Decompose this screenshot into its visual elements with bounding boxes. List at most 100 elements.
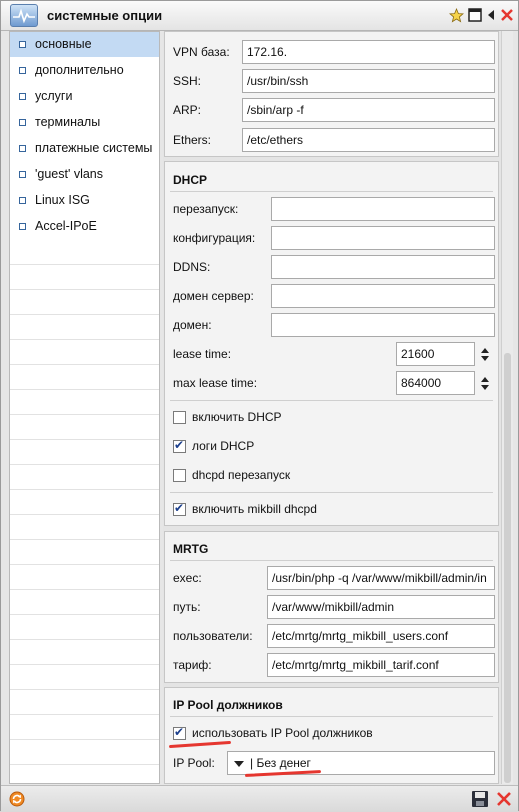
enable-mikbill-dhcpd-checkbox[interactable] bbox=[173, 501, 186, 516]
enable-dhcp-checkbox[interactable] bbox=[173, 411, 186, 424]
sidebar-empty-row bbox=[10, 365, 159, 390]
sidebar-item-terminals[interactable]: терминалы bbox=[10, 110, 159, 136]
sidebar-empty-row bbox=[10, 240, 159, 265]
refresh-icon[interactable] bbox=[9, 791, 25, 810]
enable-mikbill-dhcpd-label: включить mikbill dhcpd bbox=[192, 502, 317, 516]
divider bbox=[170, 191, 493, 192]
sidebar-item-label: платежные системы bbox=[35, 141, 153, 155]
dropdown-arrow-icon bbox=[234, 761, 244, 767]
bullet-icon bbox=[19, 171, 26, 178]
lease-time-stepper[interactable] bbox=[477, 342, 495, 366]
dhcpd-restart-label: dhcpd перезапуск bbox=[192, 468, 291, 482]
settings-sidebar: основные дополнительно услуги терминалы … bbox=[9, 31, 160, 784]
save-icon[interactable] bbox=[471, 790, 489, 811]
users-label: пользователи: bbox=[173, 629, 253, 643]
general-panel: VPN база: 172.16. SSH: /usr/bin/ssh ARP:… bbox=[164, 31, 499, 157]
logs-dhcp-label: логи DHCP bbox=[192, 439, 255, 453]
sidebar-item-label: Accel-IPoE bbox=[35, 219, 97, 233]
divider bbox=[170, 492, 493, 493]
sidebar-item-label: терминалы bbox=[35, 115, 101, 129]
content-scrollbar[interactable] bbox=[501, 31, 513, 784]
ip-pool-title: IP Pool должников bbox=[173, 698, 283, 712]
path-label: путь: bbox=[173, 600, 201, 614]
use-ip-pool-label: использовать IP Pool должников bbox=[192, 726, 373, 740]
ethers-label: Ethers: bbox=[173, 133, 212, 147]
arp-input[interactable]: /sbin/arp -f bbox=[242, 98, 495, 122]
ip-pool-panel: IP Pool должников использовать IP Pool д… bbox=[164, 687, 499, 784]
close-icon[interactable] bbox=[496, 791, 512, 810]
sidebar-item-label: Linux ISG bbox=[35, 193, 90, 207]
tariff-input[interactable]: /etc/mrtg/mrtg_mikbill_tarif.conf bbox=[267, 653, 495, 677]
scrollbar-thumb[interactable] bbox=[504, 353, 511, 783]
bullet-icon bbox=[19, 41, 26, 48]
ssh-input[interactable]: /usr/bin/ssh bbox=[242, 69, 495, 93]
dhcp-title: DHCP bbox=[173, 173, 208, 187]
ip-pool-selected-value: | Без денег bbox=[250, 756, 311, 770]
mrtg-title: MRTG bbox=[173, 542, 209, 556]
sidebar-empty-row bbox=[10, 290, 159, 315]
domain-label: домен: bbox=[173, 318, 212, 332]
close-icon[interactable] bbox=[500, 8, 515, 23]
sidebar-item-label: основные bbox=[35, 37, 92, 51]
title-bar: системные опции bbox=[1, 1, 518, 31]
sidebar-item-linux-isg[interactable]: Linux ISG bbox=[10, 188, 159, 214]
dhcp-panel: DHCP перезапуск: конфигурация: DDNS: дом… bbox=[164, 161, 499, 526]
sidebar-empty-row bbox=[10, 440, 159, 465]
ddns-input[interactable] bbox=[271, 255, 495, 279]
divider bbox=[170, 400, 493, 401]
ddns-label: DDNS: bbox=[173, 260, 211, 274]
bullet-icon bbox=[19, 119, 26, 126]
domain-server-input[interactable] bbox=[271, 284, 495, 308]
sidebar-item-general[interactable]: основные bbox=[10, 32, 159, 58]
arp-label: ARP: bbox=[173, 103, 202, 117]
monitor-app-icon bbox=[10, 4, 38, 27]
sidebar-empty-row bbox=[10, 690, 159, 715]
sidebar-empty-row bbox=[10, 265, 159, 290]
sidebar-empty-row bbox=[10, 565, 159, 590]
sidebar-empty-row bbox=[10, 490, 159, 515]
logs-dhcp-checkbox[interactable] bbox=[173, 438, 186, 453]
sidebar-item-label: дополнительно bbox=[35, 63, 124, 77]
sidebar-item-additional[interactable]: дополнительно bbox=[10, 58, 159, 84]
bullet-icon bbox=[19, 197, 26, 204]
max-lease-time-input[interactable]: 864000 bbox=[396, 371, 475, 395]
exec-input[interactable]: /usr/bin/php -q /var/www/mikbill/admin/i… bbox=[267, 566, 495, 590]
sidebar-item-payment-systems[interactable]: платежные системы bbox=[10, 136, 159, 162]
sidebar-empty-row bbox=[10, 415, 159, 440]
collapse-left-icon[interactable] bbox=[486, 8, 501, 23]
bottom-toolbar bbox=[1, 785, 518, 812]
sidebar-item-label: услуги bbox=[35, 89, 73, 103]
lease-time-input[interactable]: 21600 bbox=[396, 342, 475, 366]
domain-input[interactable] bbox=[271, 313, 495, 337]
settings-content: VPN база: 172.16. SSH: /usr/bin/ssh ARP:… bbox=[163, 31, 513, 784]
sidebar-empty-row bbox=[10, 715, 159, 740]
dhcpd-restart-checkbox[interactable] bbox=[173, 469, 186, 482]
max-lease-time-label: max lease time: bbox=[173, 376, 258, 390]
dhcp-restart-input[interactable] bbox=[271, 197, 495, 221]
maximize-icon[interactable] bbox=[468, 8, 483, 23]
dhcp-config-input[interactable] bbox=[271, 226, 495, 250]
lease-time-label: lease time: bbox=[173, 347, 232, 361]
favorite-star-icon[interactable] bbox=[448, 7, 465, 23]
sidebar-empty-row bbox=[10, 540, 159, 565]
ethers-input[interactable]: /etc/ethers bbox=[242, 128, 495, 152]
sidebar-item-services[interactable]: услуги bbox=[10, 84, 159, 110]
sidebar-item-guest-vlans[interactable]: 'guest' vlans bbox=[10, 162, 159, 188]
use-ip-pool-checkbox[interactable] bbox=[173, 725, 186, 740]
ip-pool-select[interactable]: | Без денег bbox=[227, 751, 495, 775]
sidebar-empty-row bbox=[10, 740, 159, 765]
ssh-label: SSH: bbox=[173, 74, 202, 88]
path-input[interactable]: /var/www/mikbill/admin bbox=[267, 595, 495, 619]
bullet-icon bbox=[19, 223, 26, 230]
domain-server-label: домен сервер: bbox=[173, 289, 254, 303]
sidebar-empty-rows bbox=[10, 240, 159, 783]
bullet-icon bbox=[19, 67, 26, 74]
bullet-icon bbox=[19, 93, 26, 100]
exec-label: exec: bbox=[173, 571, 202, 585]
sidebar-empty-row bbox=[10, 765, 159, 783]
users-input[interactable]: /etc/mrtg/mrtg_mikbill_users.conf bbox=[267, 624, 495, 648]
sidebar-item-accel-ipoe[interactable]: Accel-IPoE bbox=[10, 214, 159, 240]
vpn-base-input[interactable]: 172.16. bbox=[242, 40, 495, 64]
max-lease-time-stepper[interactable] bbox=[477, 371, 495, 395]
tariff-label: тариф: bbox=[173, 658, 212, 672]
